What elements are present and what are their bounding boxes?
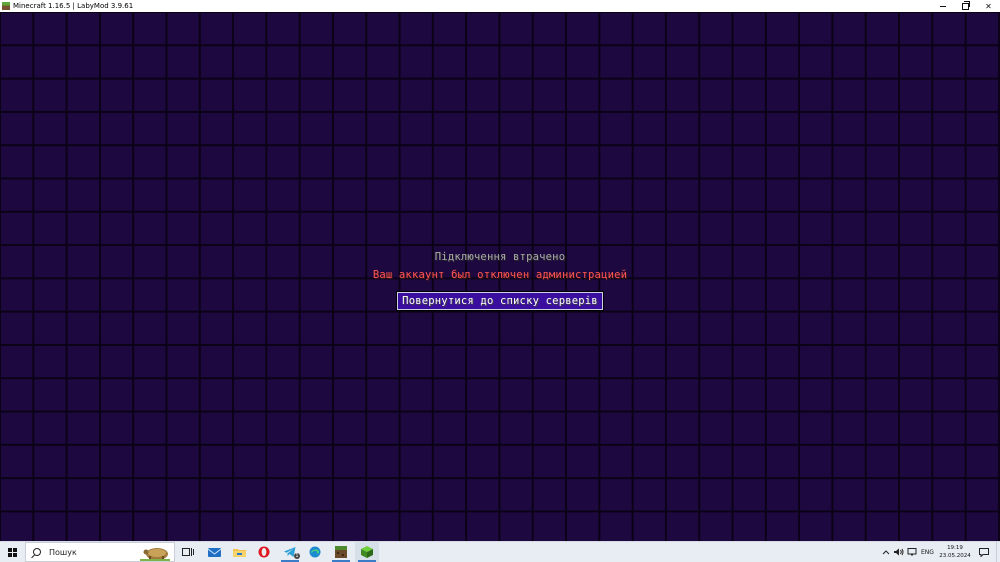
taskbar-clock[interactable]: 19:19 23.05.2024 (936, 544, 974, 560)
input-language-button[interactable]: ENG (921, 542, 934, 562)
window-title-bar: Minecraft 1.16.5 | LabyMod 3.9.61 ✕ (0, 0, 1000, 12)
disconnect-title: Підключення втрачено (434, 251, 566, 263)
back-to-server-list-button[interactable]: Повернутися до списку серверів (396, 291, 604, 311)
file-explorer-button[interactable] (227, 542, 251, 562)
mail-button[interactable] (202, 542, 226, 562)
taskbar: Пошук 1 ENG 19:19 23.05.2024 (0, 541, 1000, 562)
clock-time: 19:19 (947, 545, 963, 551)
minecraft-launcher-button[interactable] (329, 542, 353, 562)
close-button[interactable]: ✕ (977, 0, 1000, 12)
minecraft-launcher-icon (335, 546, 347, 558)
windows-logo-icon (7, 547, 17, 557)
telegram-button[interactable]: 1 (278, 542, 302, 562)
search-icon (33, 548, 41, 556)
window-title: Minecraft 1.16.5 | LabyMod 3.9.61 (13, 2, 134, 10)
clock-date: 23.05.2024 (939, 553, 971, 559)
folder-icon (232, 548, 246, 557)
restore-button[interactable] (954, 0, 977, 12)
show-desktop-button[interactable] (996, 542, 1000, 562)
minimize-button[interactable] (931, 0, 954, 12)
edge-icon (309, 546, 321, 558)
minecraft-app-icon (2, 2, 10, 10)
disconnect-screen: Підключення втрачено Ваш аккаунт был отк… (0, 12, 1000, 541)
restore-icon (962, 0, 970, 10)
task-view-button[interactable] (176, 542, 200, 562)
opera-button[interactable] (252, 542, 276, 562)
opera-icon (258, 546, 270, 558)
close-icon: ✕ (985, 1, 992, 11)
volume-button[interactable] (894, 542, 904, 562)
input-language-label: ENG (921, 548, 934, 556)
show-hidden-icons-button[interactable] (882, 542, 890, 562)
mail-icon (207, 547, 221, 557)
search-highlight-art-icon (140, 548, 170, 561)
taskbar-search[interactable]: Пошук (25, 542, 175, 562)
notifications-button[interactable] (976, 542, 992, 562)
minecraft-button[interactable] (355, 542, 379, 562)
minimize-icon (939, 5, 946, 7)
task-view-icon (182, 548, 194, 556)
network-button[interactable] (907, 542, 917, 562)
notification-icon (979, 547, 989, 557)
telegram-unread-badge: 1 (293, 553, 300, 559)
start-button[interactable] (0, 542, 24, 562)
speaker-icon (894, 548, 904, 556)
minecraft-icon (361, 546, 373, 558)
edge-button[interactable] (303, 542, 327, 562)
search-placeholder: Пошук (49, 547, 77, 557)
network-icon (907, 548, 917, 556)
disconnect-reason: Ваш аккаунт был отключен администрацией (372, 269, 628, 281)
game-viewport: Підключення втрачено Ваш аккаунт был отк… (0, 12, 1000, 541)
chevron-up-icon (882, 550, 890, 555)
